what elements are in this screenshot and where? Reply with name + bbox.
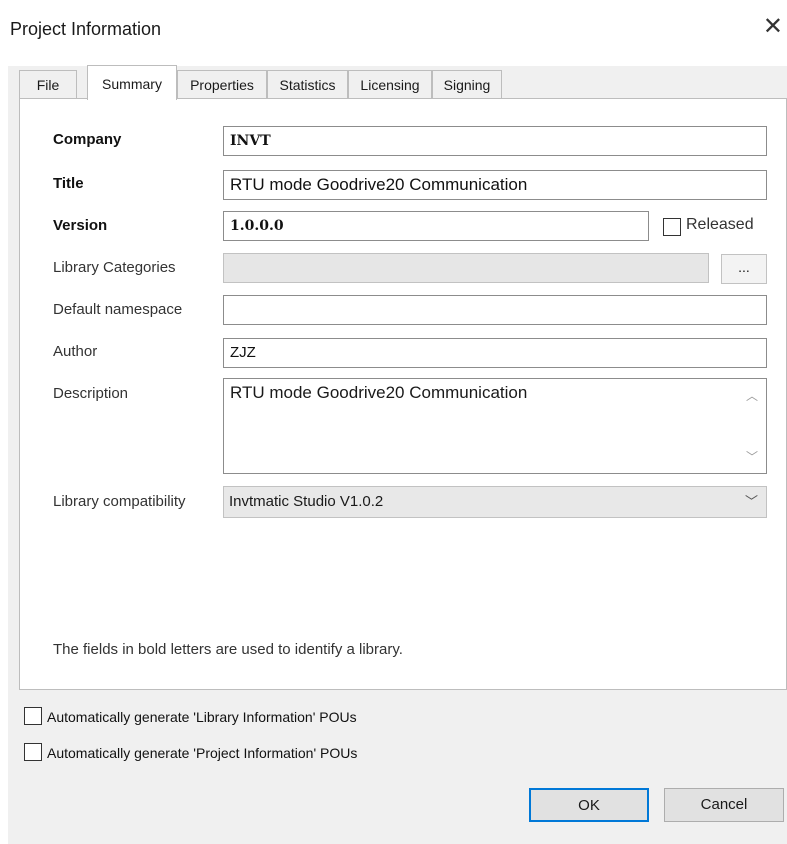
default-namespace-field[interactable] <box>223 295 767 325</box>
tab-summary[interactable]: Summary <box>87 65 177 100</box>
tab-licensing[interactable]: Licensing <box>348 70 432 98</box>
version-field[interactable]: 1.0.0.0 <box>223 211 649 241</box>
author-field[interactable]: ZJZ <box>223 338 767 368</box>
description-text: RTU mode Goodrive20 Communication <box>230 383 528 402</box>
title-label: Title <box>53 175 84 192</box>
close-icon[interactable]: ✕ <box>763 15 783 39</box>
chevron-down-icon[interactable]: ﹀ <box>746 448 758 465</box>
chevron-up-icon[interactable]: ︿ <box>746 387 758 404</box>
project-info-pou-checkbox[interactable] <box>24 743 42 761</box>
company-label: Company <box>53 131 122 148</box>
title-field[interactable]: RTU mode Goodrive20 Communication <box>223 170 767 200</box>
tab-statistics[interactable]: Statistics <box>267 70 348 98</box>
tab-signing[interactable]: Signing <box>432 70 502 98</box>
company-field[interactable]: INVT <box>223 126 767 156</box>
default-namespace-label: Default namespace <box>53 301 183 318</box>
project-info-pou-label: Automatically generate 'Project Informat… <box>47 745 358 761</box>
description-label: Description <box>53 385 129 402</box>
title-bar: Project Information ✕ <box>8 0 787 66</box>
released-label: Released <box>686 216 754 233</box>
tab-file[interactable]: File <box>19 70 77 98</box>
library-info-pou-label: Automatically generate 'Library Informat… <box>47 709 357 725</box>
project-information-dialog: Project Information ✕ File Summary Prope… <box>8 0 787 844</box>
description-textarea[interactable]: RTU mode Goodrive20 Communication ︿ ﹀ <box>223 378 767 474</box>
released-checkbox[interactable] <box>663 218 681 236</box>
library-categories-field[interactable] <box>223 253 709 283</box>
browse-categories-button[interactable]: ... <box>721 254 767 284</box>
ok-button[interactable]: OK <box>529 788 649 822</box>
bold-fields-note: The fields in bold letters are used to i… <box>53 641 403 658</box>
version-label: Version <box>53 217 108 234</box>
library-compatibility-value: Invtmatic Studio V1.0.2 <box>229 493 384 510</box>
chevron-down-icon: ﹀ <box>744 494 758 509</box>
author-label: Author <box>53 343 98 360</box>
cancel-button[interactable]: Cancel <box>664 788 784 822</box>
library-info-pou-checkbox[interactable] <box>24 707 42 725</box>
tab-properties[interactable]: Properties <box>177 70 267 98</box>
library-compatibility-select[interactable]: Invtmatic Studio V1.0.2 ﹀ <box>223 486 767 518</box>
library-categories-label: Library Categories <box>53 259 176 276</box>
dialog-title: Project Information <box>10 19 162 39</box>
library-compatibility-label: Library compatibility <box>53 493 186 510</box>
